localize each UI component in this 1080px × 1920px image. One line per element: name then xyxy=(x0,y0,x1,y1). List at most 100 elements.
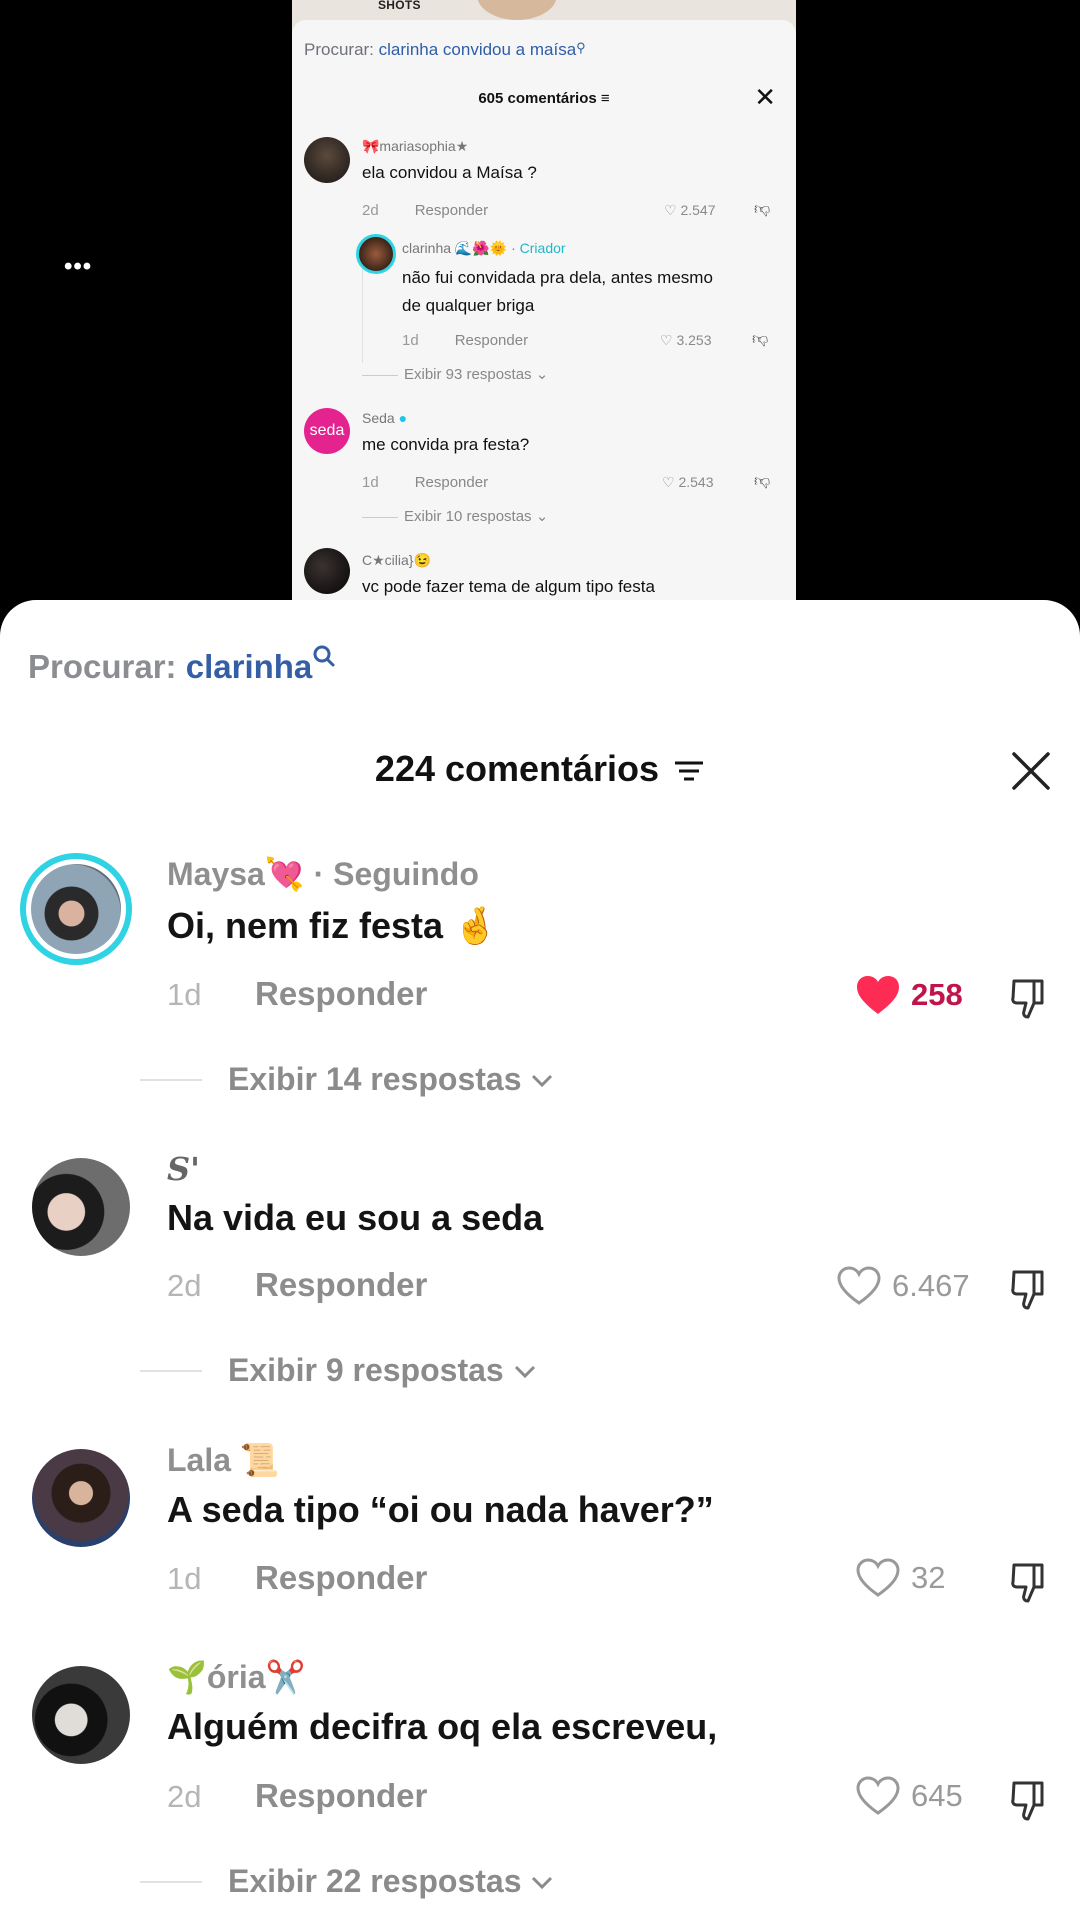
comment-meta: 2d Responder xyxy=(362,202,488,219)
view-replies-label: Exibir 9 respostas xyxy=(228,1352,504,1388)
creator-badge: Criador xyxy=(519,240,566,256)
like-count: 258 xyxy=(911,977,963,1012)
like-button[interactable]: ♡ 3.253 xyxy=(660,332,712,349)
comment-time: 2d xyxy=(167,1268,202,1303)
reply-button[interactable]: Responder xyxy=(455,332,528,349)
avatar-story-ring[interactable] xyxy=(20,853,132,965)
view-replies-button[interactable]: Exibir 22 respostas xyxy=(140,1863,555,1900)
comments-count: 224 comentários xyxy=(374,748,660,789)
view-replies-button[interactable]: Exibir 14 respostas xyxy=(140,1061,555,1098)
search-bar[interactable]: Procurar: clarinha xyxy=(28,645,336,686)
search-label: Procurar: xyxy=(28,648,177,685)
comment-time: 1d xyxy=(362,474,379,491)
video-overlay-text: SHOTS xyxy=(378,0,421,12)
close-icon[interactable]: ✕ xyxy=(754,82,776,113)
like-button[interactable]: ♡ 2.543 xyxy=(662,474,714,491)
dislike-icon[interactable]: 👎︎ xyxy=(754,200,770,219)
comment-text: Na vida eu sou a seda xyxy=(167,1197,544,1238)
avatar[interactable] xyxy=(32,1666,130,1764)
heart-outline-icon xyxy=(856,1776,900,1815)
filter-icon[interactable]: ≡ xyxy=(601,90,610,107)
avatar xyxy=(31,864,121,954)
reply-button[interactable]: Responder xyxy=(415,202,488,219)
heart-outline-icon xyxy=(856,1558,900,1597)
seda-logo-avatar[interactable]: seda xyxy=(304,408,350,454)
comment-time: 1d xyxy=(167,977,202,1012)
search-icon xyxy=(313,645,335,667)
comment-text: Alguém decifra oq ela escreveu, xyxy=(167,1706,718,1747)
comment-author[interactable]: S' xyxy=(167,1150,200,1188)
comment-author[interactable]: Seda ● xyxy=(362,410,407,426)
like-button[interactable]: ♡ 2.547 xyxy=(664,202,716,219)
embedded-search-query: clarinha convidou a maísa xyxy=(378,40,577,59)
view-replies-button[interactable]: Exibir 10 respostas ⌄ xyxy=(362,507,548,525)
comment-text: me convida pra festa? xyxy=(362,435,530,454)
search-icon: ⚲ xyxy=(576,40,586,55)
view-replies-label: Exibir 14 respostas xyxy=(228,1061,522,1097)
comment-text: ela convidou a Maísa ? xyxy=(362,163,537,182)
chevron-down-icon xyxy=(532,1876,553,1889)
like-count: 32 xyxy=(911,1560,946,1595)
heart-filled-icon xyxy=(857,976,899,1014)
reply-button[interactable]: Responder xyxy=(255,1777,427,1815)
reply-button[interactable]: Responder xyxy=(415,474,488,491)
view-replies-button[interactable]: Exibir 9 respostas xyxy=(140,1352,538,1389)
like-button[interactable]: 32 xyxy=(855,1557,945,1599)
comment-author[interactable]: clarinha 🌊🌺🌞 · Criador xyxy=(402,240,566,257)
reply-button[interactable]: Responder xyxy=(255,1266,427,1304)
like-button[interactable]: 6.467 xyxy=(836,1265,970,1307)
like-button[interactable]: 645 xyxy=(855,1775,963,1817)
comment-author[interactable]: Maysa💘 · Seguindo xyxy=(167,855,479,893)
comment-author[interactable]: 🌱ória✂️ xyxy=(167,1658,305,1696)
comment-author[interactable]: 🎀mariasophia★ xyxy=(362,138,468,155)
like-button[interactable]: 258 xyxy=(855,974,963,1016)
comment-time: 1d xyxy=(402,332,419,349)
avatar[interactable] xyxy=(32,1449,130,1547)
comment-text-line2: de qualquer briga xyxy=(402,296,535,315)
dislike-icon[interactable] xyxy=(1008,1777,1054,1823)
verified-icon: ● xyxy=(398,410,408,426)
close-icon[interactable] xyxy=(1008,748,1054,794)
comment-meta: 1d Responder xyxy=(402,332,528,349)
comment-text: A seda tipo “oi ou nada haver?” xyxy=(167,1489,714,1530)
dislike-icon[interactable] xyxy=(1008,1559,1054,1605)
comments-title: 224 comentários xyxy=(0,748,1080,790)
comment-text: vc pode fazer tema de algum tipo festa xyxy=(362,577,655,596)
more-options-icon[interactable]: ••• xyxy=(64,253,92,281)
like-count: 645 xyxy=(911,1778,963,1813)
comment-time: 1d xyxy=(167,1561,202,1596)
chevron-down-icon xyxy=(532,1074,553,1087)
avatar[interactable] xyxy=(304,137,350,183)
embedded-comments-title: 605 comentários ≡ xyxy=(478,90,610,107)
avatar[interactable] xyxy=(304,548,350,594)
reply-button[interactable]: Responder xyxy=(255,1559,427,1597)
comment-meta: 1d Responder xyxy=(362,474,488,491)
embedded-search-bar[interactable]: Procurar: clarinha convidou a maísa⚲ xyxy=(304,40,586,60)
comment-text: Oi, nem fiz festa 🤞 xyxy=(167,905,498,946)
heart-outline-icon xyxy=(837,1266,881,1305)
reply-thread-line xyxy=(362,258,363,363)
comment-author[interactable]: C★cilia}😉 xyxy=(362,552,431,569)
like-count: 2.543 xyxy=(678,474,714,490)
comment-time: 2d xyxy=(362,202,379,219)
view-replies-button[interactable]: Exibir 93 respostas ⌄ xyxy=(362,365,548,383)
reply-button[interactable]: Responder xyxy=(255,975,427,1013)
comment-time: 2d xyxy=(167,1779,202,1814)
comment-text: não fui convidada pra dela, antes mesmo xyxy=(402,268,713,287)
comment-author[interactable]: Lala 📜 xyxy=(167,1441,280,1479)
video-thumbnail-face xyxy=(477,0,557,20)
dislike-icon[interactable]: 👎︎ xyxy=(754,472,770,491)
chevron-down-icon xyxy=(514,1365,535,1378)
dislike-icon[interactable] xyxy=(1008,1266,1054,1312)
like-count: 2.547 xyxy=(680,202,716,218)
dislike-icon[interactable] xyxy=(1008,975,1054,1021)
filter-icon[interactable] xyxy=(673,758,705,784)
dislike-icon[interactable]: 👎︎ xyxy=(752,330,768,349)
search-query: clarinha xyxy=(185,648,313,685)
embedded-search-label: Procurar: xyxy=(304,40,374,59)
avatar[interactable] xyxy=(356,234,396,274)
embedded-comments-sheet: Procurar: clarinha convidou a maísa⚲ 605… xyxy=(292,20,796,610)
avatar[interactable] xyxy=(32,1158,130,1256)
view-replies-label: Exibir 22 respostas xyxy=(228,1863,522,1899)
like-count: 6.467 xyxy=(892,1268,970,1303)
